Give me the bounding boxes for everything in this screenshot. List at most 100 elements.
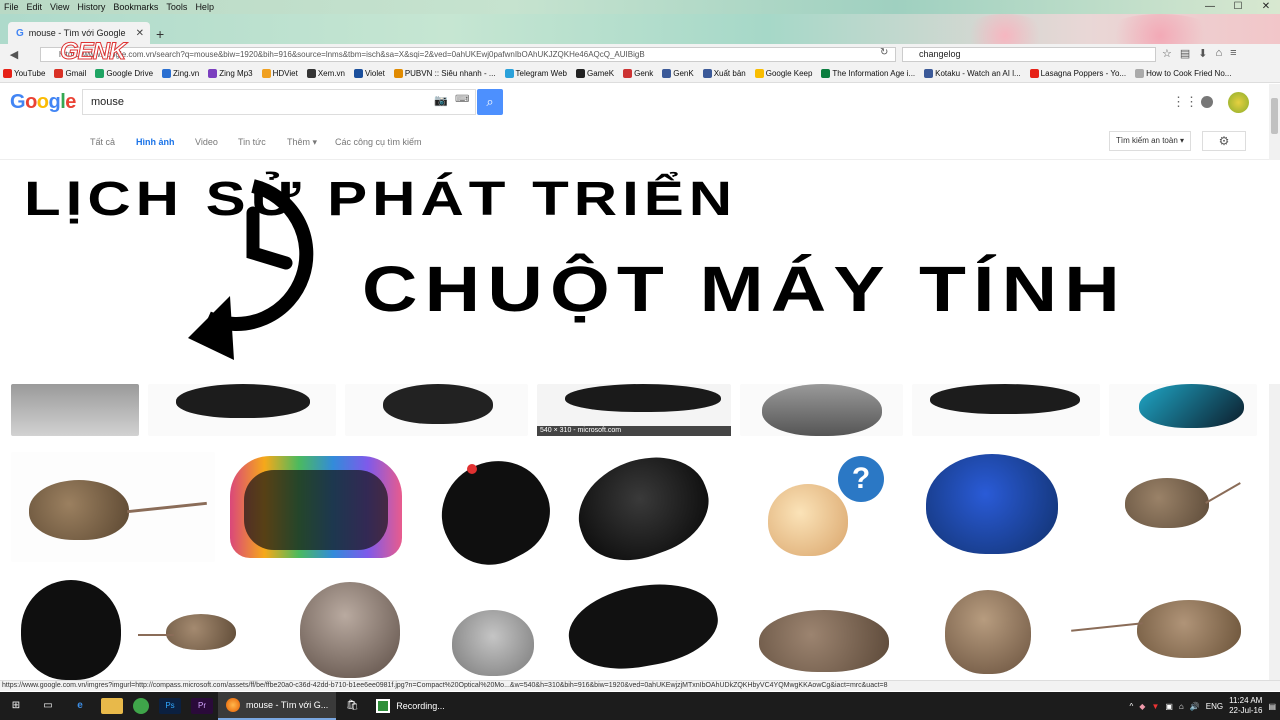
bookmark-star-icon[interactable]: ☆ — [1162, 47, 1172, 60]
image-result[interactable] — [564, 440, 722, 576]
tray-app-icon[interactable]: ▼ — [1151, 702, 1159, 711]
keyboard-icon[interactable]: ⌨ — [455, 94, 469, 105]
camtasia-icon[interactable] — [133, 698, 149, 714]
tray-up-arrow-icon[interactable]: ^ — [1130, 702, 1134, 711]
bookmark-item[interactable]: Genk — [620, 68, 653, 78]
menu-file[interactable]: File — [0, 2, 23, 12]
close-tab-icon[interactable]: ✕ — [136, 28, 144, 39]
menu-tools[interactable]: Tools — [162, 2, 191, 12]
new-tab-button[interactable]: + — [156, 26, 164, 42]
bookmark-item[interactable]: Zing.vn — [159, 68, 199, 78]
bookmark-favicon-icon — [821, 68, 831, 78]
image-result[interactable] — [554, 573, 732, 680]
bookmark-item[interactable]: Google Drive — [92, 68, 153, 78]
bookmark-item[interactable]: PUBVN :: Siêu nhanh - ... — [391, 68, 496, 78]
reading-list-icon[interactable]: ▤ — [1180, 47, 1190, 60]
image-result[interactable] — [1109, 384, 1257, 436]
image-result[interactable] — [136, 576, 261, 680]
language-indicator[interactable]: ENG — [1206, 702, 1223, 711]
image-result[interactable] — [912, 384, 1100, 436]
image-result[interactable] — [741, 576, 918, 680]
edge-icon[interactable]: e — [69, 698, 91, 714]
photoshop-icon[interactable]: Ps — [159, 698, 181, 714]
bookmark-item[interactable]: Gmail — [51, 68, 86, 78]
menu-history[interactable]: History — [73, 2, 109, 12]
browser-search-input[interactable]: changelog — [902, 47, 1156, 62]
menu-bookmarks[interactable]: Bookmarks — [109, 2, 162, 12]
store-icon[interactable]: 🛍 — [341, 698, 363, 714]
close-window-icon[interactable]: ✕ — [1252, 0, 1280, 14]
tray-app-icon[interactable]: ▣ — [1165, 702, 1173, 711]
bookmark-item[interactable]: How to Cook Fried No... — [1132, 68, 1231, 78]
image-result[interactable] — [927, 576, 1054, 680]
menu-help[interactable]: Help — [191, 2, 218, 12]
taskbar-app-firefox[interactable]: mouse - Tìm với G... — [218, 692, 337, 720]
volume-icon[interactable]: 🔊 — [1190, 702, 1200, 711]
image-size-caption: 540 × 310 - microsoft.com — [537, 426, 731, 436]
bookmark-item[interactable]: HDViet — [259, 68, 298, 78]
avatar[interactable] — [1228, 92, 1249, 113]
google-logo[interactable]: Google — [10, 91, 76, 114]
file-explorer-icon[interactable] — [101, 698, 123, 714]
settings-gear-icon[interactable]: ⚙ — [1202, 131, 1246, 151]
menu-icon[interactable]: ≡ — [1230, 47, 1236, 60]
bookmark-item[interactable]: Xuất bản — [700, 68, 746, 78]
image-result[interactable] — [1081, 448, 1257, 566]
tray-app-icon[interactable]: ◆ — [1139, 702, 1145, 711]
bookmark-item[interactable]: GameK — [573, 68, 614, 78]
bookmark-item[interactable]: GenK — [659, 68, 694, 78]
tab-search-tools[interactable]: Các công cụ tìm kiếm — [335, 137, 422, 147]
scrollbar-thumb[interactable] — [1271, 98, 1278, 134]
image-result[interactable] — [417, 442, 567, 582]
safe-search-dropdown[interactable]: Tìm kiếm an toàn ▾ — [1109, 131, 1191, 151]
bookmark-item[interactable]: Xem.vn — [304, 68, 345, 78]
bookmark-item[interactable]: Google Keep — [752, 68, 812, 78]
task-view-icon[interactable]: ▭ — [37, 698, 59, 714]
image-result[interactable]: ? — [728, 448, 905, 566]
notification-icon[interactable] — [1201, 96, 1213, 108]
menu-edit[interactable]: Edit — [23, 2, 47, 12]
camera-icon[interactable]: 📷 — [434, 94, 448, 107]
image-result[interactable] — [912, 448, 1072, 566]
download-icon[interactable]: ⬇ — [1198, 47, 1207, 60]
image-result[interactable] — [11, 384, 139, 436]
image-result[interactable] — [1063, 576, 1257, 680]
image-result[interactable] — [345, 384, 528, 436]
home-icon[interactable]: ⌂ — [1216, 47, 1223, 60]
image-result[interactable] — [148, 384, 336, 436]
address-bar[interactable]: https://www.google.com.vn/search?q=mouse… — [40, 47, 896, 62]
bookmark-item[interactable]: Kotaku - Watch an AI l... — [921, 68, 1021, 78]
tab-all[interactable]: Tất cả — [90, 137, 115, 147]
system-clock[interactable]: 11:24 AM 22-Jul-16 — [1229, 696, 1262, 716]
bookmark-item[interactable]: Lasagna Poppers - Yo... — [1027, 68, 1126, 78]
back-arrow-icon[interactable]: ◀ — [6, 48, 22, 61]
image-result[interactable] — [224, 452, 409, 562]
image-result[interactable] — [270, 576, 427, 680]
tab-news[interactable]: Tin tức — [238, 137, 266, 147]
google-search-input[interactable]: mouse — [82, 89, 476, 115]
bookmark-item[interactable]: Zing Mp3 — [205, 68, 253, 78]
tab-video[interactable]: Video — [195, 137, 218, 147]
premiere-icon[interactable]: Pr — [191, 698, 213, 714]
bookmark-label: Zing Mp3 — [219, 68, 253, 78]
notifications-icon[interactable]: ▤ — [1268, 702, 1276, 711]
image-result[interactable] — [11, 576, 127, 680]
image-result[interactable] — [436, 576, 546, 680]
image-result[interactable] — [11, 452, 215, 562]
bookmark-item[interactable]: Violet — [351, 68, 385, 78]
menu-view[interactable]: View — [46, 2, 73, 12]
taskbar-app-recorder[interactable]: Recording... — [368, 692, 453, 720]
maximize-icon[interactable]: ☐ — [1224, 0, 1252, 14]
refresh-icon[interactable]: ↻ — [880, 47, 888, 58]
bookmark-item[interactable]: Telegram Web — [502, 68, 567, 78]
start-icon[interactable]: ⊞ — [5, 698, 27, 714]
bookmark-item[interactable]: The Information Age i... — [818, 68, 915, 78]
image-result[interactable] — [740, 384, 903, 436]
bookmark-item[interactable]: YouTube — [0, 68, 45, 78]
tab-images[interactable]: Hình ảnh — [136, 137, 175, 147]
bookmark-favicon-icon — [353, 68, 363, 78]
minimize-icon[interactable]: — — [1196, 0, 1224, 14]
tab-more[interactable]: Thêm ▾ — [287, 137, 317, 148]
google-search-button[interactable]: ⌕ — [477, 89, 503, 115]
network-icon[interactable]: ⌂ — [1179, 702, 1184, 711]
